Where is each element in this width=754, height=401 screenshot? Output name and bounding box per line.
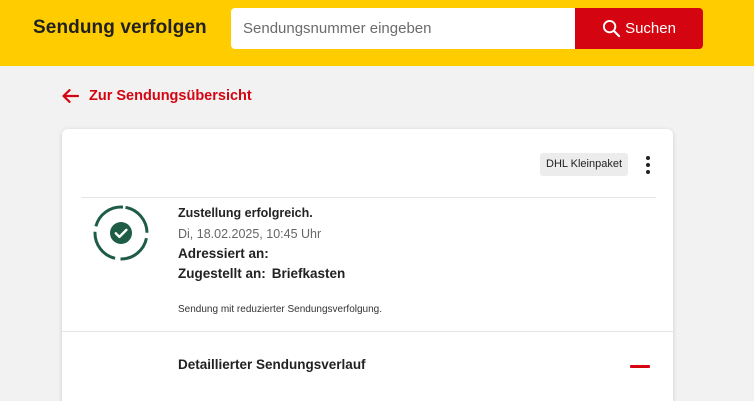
status-datetime: Di, 18.02.2025, 10:45 Uhr [178, 227, 322, 241]
search-button-label: Suchen [625, 20, 676, 37]
search-icon [602, 19, 621, 38]
divider [81, 197, 656, 198]
addressed-label: Adressiert an: [178, 246, 269, 261]
minus-icon [630, 365, 650, 368]
tracking-number-input[interactable] [231, 8, 575, 49]
header: Sendung verfolgen Suchen [0, 0, 754, 66]
history-title: Detaillierter Sendungsverlauf [178, 357, 366, 372]
back-to-overview-link[interactable]: Zur Sendungsübersicht [62, 88, 252, 104]
product-badge: DHL Kleinpaket [540, 153, 629, 176]
back-link-label: Zur Sendungsübersicht [89, 88, 252, 104]
status-title: Zustellung erfolgreich. [178, 206, 313, 220]
delivered-value: Briefkasten [271, 266, 346, 281]
tracking-note: Sendung mit reduzierter Sendungsverfolgu… [178, 304, 383, 315]
more-vertical-icon-dot [646, 163, 650, 167]
search-button[interactable]: Suchen [575, 8, 703, 49]
more-vertical-icon-dot [646, 156, 650, 160]
check-circle-icon [92, 204, 150, 262]
delivered-row: Zugestellt an: Briefkasten [178, 266, 345, 281]
more-options-button[interactable] [638, 152, 658, 178]
shipment-card: DHL Kleinpaket Zustellung erfolgreich. D… [62, 129, 673, 401]
arrow-left-icon [62, 89, 79, 103]
page-title: Sendung verfolgen [33, 17, 207, 38]
detailed-history-toggle[interactable]: Detaillierter Sendungsverlauf [62, 332, 673, 397]
delivered-label: Zugestellt an: [178, 266, 266, 281]
more-vertical-icon-dot [646, 170, 650, 174]
